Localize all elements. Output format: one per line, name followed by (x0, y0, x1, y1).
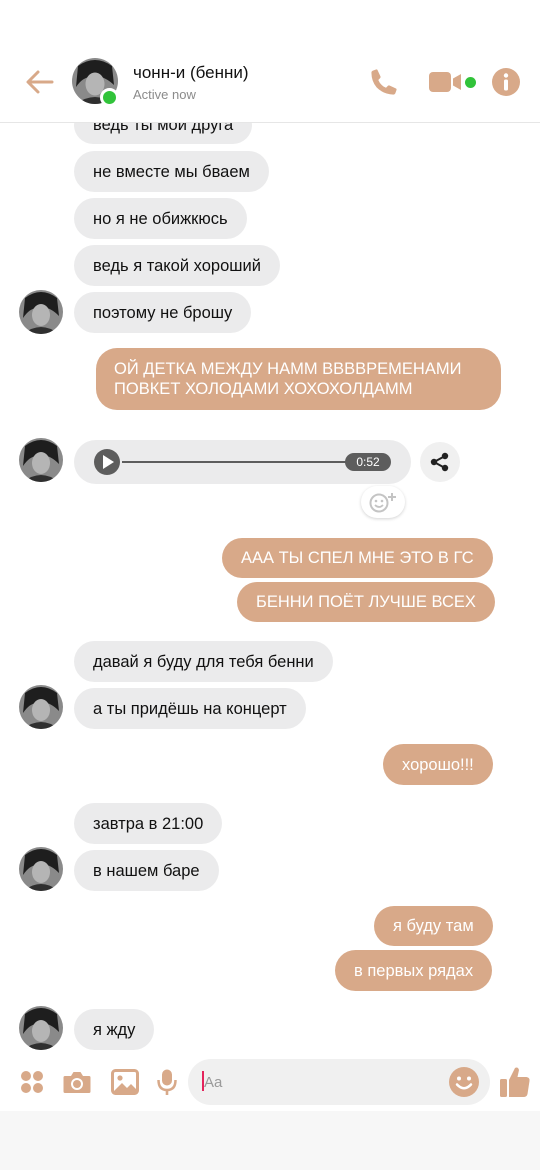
incoming-message[interactable]: ведь я такой хороший (74, 245, 280, 286)
incoming-message[interactable]: а ты придёшь на концерт (74, 688, 306, 729)
contact-name[interactable]: чонн-и (бенни) (133, 63, 249, 83)
message-composer (0, 1055, 540, 1111)
like-button[interactable] (497, 1063, 533, 1101)
outgoing-message[interactable]: хорошо!!! (383, 744, 493, 785)
camera-button[interactable] (60, 1065, 94, 1099)
video-online-indicator (465, 77, 476, 88)
microphone-button[interactable] (150, 1065, 184, 1099)
outgoing-message[interactable]: ОЙ ДЕТКА МЕЖДУ НАММ ВВВВРЕМЕНАМИ ПОВКЕТ … (96, 348, 501, 410)
message-input[interactable] (188, 1059, 490, 1105)
voice-progress-track[interactable] (122, 461, 372, 463)
incoming-message[interactable]: завтра в 21:00 (74, 803, 223, 844)
call-button[interactable] (364, 62, 404, 102)
info-button[interactable] (486, 62, 526, 102)
gallery-icon (111, 1069, 139, 1095)
apps-button[interactable] (15, 1065, 49, 1099)
play-icon[interactable] (94, 449, 120, 475)
share-icon (430, 452, 449, 472)
add-reaction-icon (369, 493, 396, 513)
message-line: ПОВКЕТ ХОЛОДАМИ ХОХОХОЛДАММ (114, 380, 413, 398)
chat-header: чонн-и (бенни) Active now (0, 0, 540, 123)
contact-avatar[interactable] (19, 685, 63, 729)
incoming-message[interactable]: я жду (74, 1009, 155, 1050)
back-arrow-icon (26, 70, 54, 94)
incoming-message[interactable]: поэтому не брошу (74, 292, 252, 333)
incoming-message[interactable]: но я не обижкюсь (74, 198, 247, 239)
online-indicator (100, 88, 119, 107)
contact-avatar[interactable] (19, 847, 63, 891)
info-icon (492, 68, 520, 96)
outgoing-message[interactable]: БЕННИ ПОЁТ ЛУЧШЕ ВСЕХ (237, 582, 495, 622)
text-cursor (202, 1071, 204, 1091)
bottom-area (0, 1111, 540, 1170)
camera-icon (63, 1072, 91, 1093)
contact-avatar[interactable] (19, 290, 63, 334)
incoming-message[interactable]: в нашем баре (74, 850, 219, 891)
incoming-message[interactable]: не вместе мы бваем (74, 151, 269, 192)
voice-duration: 0:52 (345, 453, 391, 471)
share-button[interactable] (420, 442, 460, 482)
add-reaction-button[interactable] (361, 486, 405, 518)
contact-avatar[interactable] (19, 1006, 63, 1050)
phone-icon (371, 69, 397, 95)
contact-avatar[interactable] (19, 438, 63, 482)
active-status: Active now (133, 87, 196, 102)
gallery-button[interactable] (108, 1065, 142, 1099)
apps-icon (21, 1071, 43, 1093)
back-button[interactable] (20, 64, 60, 100)
incoming-message[interactable]: давай я буду для тебя бенни (74, 641, 333, 682)
outgoing-message[interactable]: ААА ТЫ СПЕЛ МНЕ ЭТО В ГС (222, 538, 493, 578)
thumbs-up-icon (500, 1067, 530, 1097)
emoji-icon[interactable] (448, 1066, 480, 1098)
outgoing-message[interactable]: в первых рядах (335, 950, 493, 991)
microphone-icon (157, 1069, 177, 1095)
outgoing-message[interactable]: я буду там (374, 906, 493, 946)
video-camera-icon (429, 72, 461, 92)
video-call-button[interactable] (426, 62, 466, 102)
message-line: ОЙ ДЕТКА МЕЖДУ НАММ ВВВВРЕМЕНАМИ (114, 360, 462, 378)
voice-message[interactable]: 0:52 (74, 440, 411, 484)
